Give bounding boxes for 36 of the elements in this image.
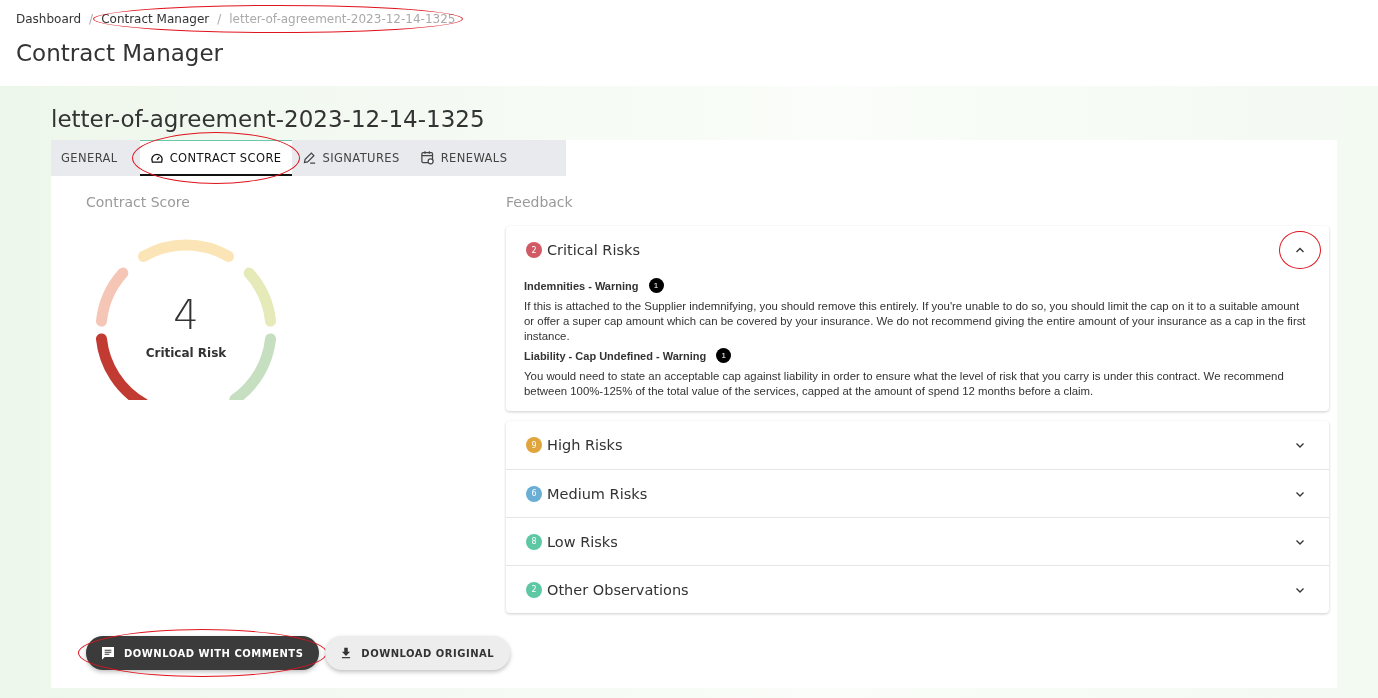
count-badge: 6: [526, 485, 542, 502]
tab[interactable]: GENERAL: [51, 140, 128, 176]
breadcrumb-separator: /: [89, 12, 94, 26]
section-heading: Contract Score: [86, 194, 191, 210]
section-heading: Feedback: [506, 194, 574, 210]
count-badge: 1: [648, 278, 664, 293]
tab[interactable]: RENEWALS: [409, 140, 518, 176]
breadcrumb-link[interactable]: Dashboard: [16, 12, 82, 26]
breadcrumb-separator: /: [217, 12, 222, 26]
accordion-title[interactable]: Medium Risks: [547, 485, 648, 502]
accordion-title[interactable]: Low Risks: [547, 533, 618, 550]
item-title: Liability - Cap Undefined - Warning: [524, 349, 707, 362]
accordion-title[interactable]: Critical Risks: [547, 242, 640, 258]
page-title: Contract Manager: [16, 40, 225, 66]
breadcrumb-current: letter-of-agreement-2023-12-14-1325: [229, 12, 456, 26]
tab[interactable]: SIGNATURES: [291, 140, 410, 176]
tab[interactable]: CONTRACT SCORE: [139, 140, 292, 176]
breadcrumb-link[interactable]: Contract Manager: [101, 12, 210, 26]
count-badge: 2: [526, 581, 542, 598]
count-badge: 2: [526, 242, 542, 258]
score-label: Critical Risk: [144, 346, 228, 360]
item-text: If this is attached to the Supplier indemnifying, you should remove this entirely. If you're unable to do so, you should limit the cap on it to a suitable amount or offer a super cap amount which can be covered by your insurance. We do not recommend giving the entire amount of your insurance as a cap in the first instance.: [524, 299, 1307, 344]
item-text: You would need to state an acceptable cap against liability in order to ensure what the level of risk that you carry is under this contract. We recommend between 100%-125% of the total value of the services, capped at the amount of spend 12 months before a claim.: [524, 369, 1285, 399]
accordion-title[interactable]: Other Observations: [547, 581, 689, 598]
comment-icon: [100, 645, 116, 661]
count-badge: 9: [526, 437, 542, 453]
count-badge: 8: [526, 533, 542, 550]
download-button[interactable]: DOWNLOAD WITH COMMENTS: [86, 636, 320, 670]
count-badge: 1: [716, 348, 732, 363]
accordion-title[interactable]: High Risks: [547, 437, 623, 453]
calendar-icon: [419, 150, 435, 165]
pen-icon: [301, 150, 317, 165]
download-button[interactable]: DOWNLOAD ORIGINAL: [325, 636, 511, 670]
document-title: letter-of-agreement-2023-12-14-1325: [51, 106, 486, 132]
item-title: Indemnities - Warning: [524, 279, 639, 292]
score-value: 4: [172, 292, 200, 338]
